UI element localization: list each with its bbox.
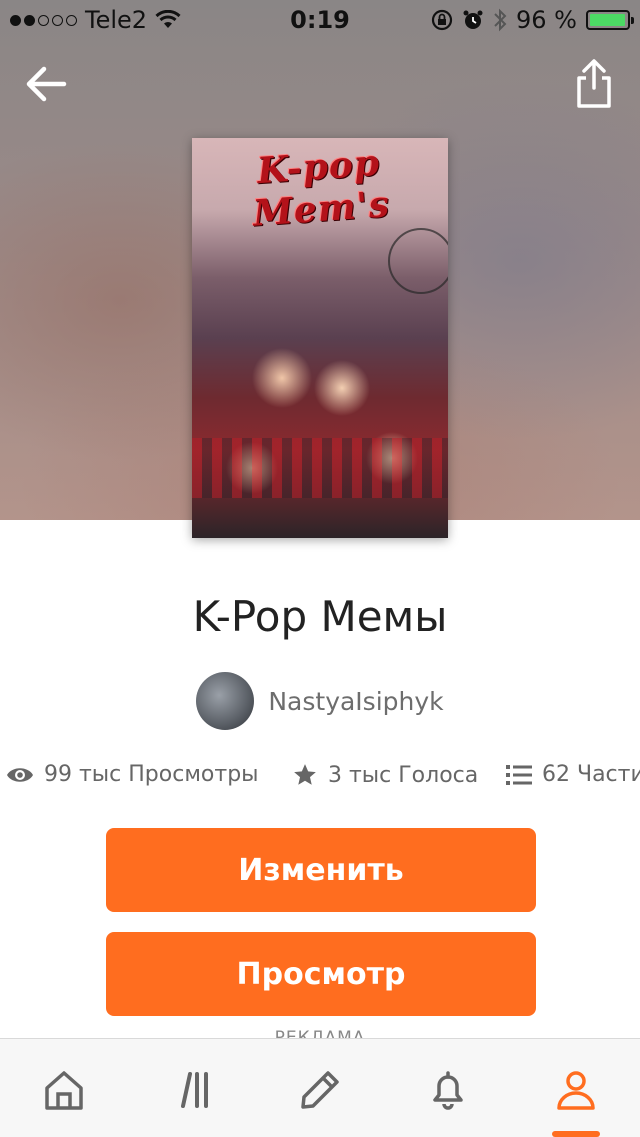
edit-button[interactable]: Изменить (106, 828, 536, 912)
battery-percent: 96 % (516, 6, 577, 34)
author-link[interactable]: NastyaIsiphyk (0, 672, 640, 730)
back-button[interactable] (22, 60, 70, 108)
rotation-lock-icon (431, 9, 453, 31)
tab-bar (0, 1038, 640, 1137)
library-icon (181, 1072, 208, 1108)
stat-views-label: 99 тыс Просмотры (44, 762, 259, 787)
eye-icon (7, 767, 33, 782)
stat-votes-label: 3 тыс Голоса (328, 762, 479, 788)
star-icon (294, 764, 316, 785)
tab-library[interactable] (164, 1063, 224, 1117)
stat-parts-label: 62 Части (542, 762, 640, 787)
cover-title-text: K-pop Mem's (251, 141, 392, 235)
active-tab-indicator (552, 1131, 600, 1137)
author-name[interactable]: NastyaIsiphyk (268, 687, 443, 716)
tab-profile[interactable] (546, 1063, 606, 1117)
tab-notifications[interactable] (418, 1063, 478, 1117)
arrow-left-icon (26, 66, 67, 102)
ferris-wheel-graphic (388, 228, 448, 294)
battery-icon (586, 10, 634, 30)
stat-parts: 62 Части (506, 762, 640, 787)
story-stats: 99 тыс Просмотры 3 тыс Голоса 62 Части (0, 762, 640, 802)
book-cover[interactable]: K-pop Mem's (192, 138, 448, 538)
alarm-icon (463, 10, 483, 29)
status-bar: Tele2 0:19 96 % (0, 0, 640, 40)
stat-views: 99 тыс Просмотры (6, 762, 259, 787)
profile-icon (557, 1071, 595, 1110)
share-button[interactable] (572, 58, 616, 110)
stat-votes: 3 тыс Голоса (292, 762, 478, 788)
view-button[interactable]: Просмотр (106, 932, 536, 1016)
share-icon (577, 59, 611, 108)
tab-write[interactable] (290, 1063, 350, 1117)
bell-icon (433, 1071, 463, 1110)
book-title: K-Pop Мемы (192, 592, 448, 641)
home-icon (45, 1071, 83, 1110)
battery-level (590, 14, 625, 26)
bluetooth-icon (494, 8, 507, 32)
tab-home[interactable] (34, 1063, 94, 1117)
pencil-icon (301, 1071, 339, 1109)
cover-artwork (192, 438, 448, 498)
status-right: 96 % (431, 6, 634, 34)
list-icon (506, 764, 532, 785)
avatar[interactable] (196, 672, 255, 730)
